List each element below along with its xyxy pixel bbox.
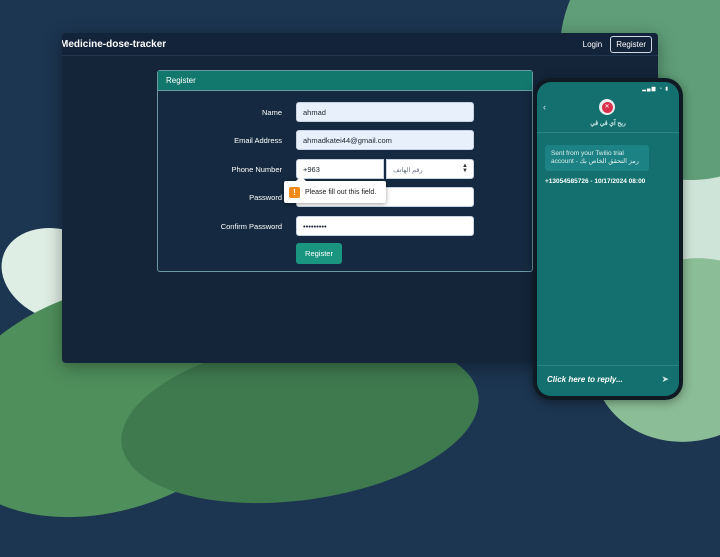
nav-actions: Login Register <box>583 35 652 53</box>
password-label: Password <box>249 193 282 202</box>
confirm-password-row: Confirm Password ••••••••• <box>158 216 532 236</box>
contact-name: ربح آي ڤي ڤي <box>590 121 626 127</box>
email-label: Email Address <box>234 136 282 145</box>
contact-logo-icon: ✕ <box>601 101 613 113</box>
phone-code-input[interactable]: +963 <box>296 159 384 179</box>
brand-title[interactable]: Medicine-dose-tracker <box>62 39 166 50</box>
login-link[interactable]: Login <box>583 40 603 49</box>
divider <box>537 132 679 133</box>
chat-header: ‹ ✕ ربح آي ڤي ڤي <box>537 92 679 132</box>
back-arrow-icon[interactable]: ‹ <box>543 102 546 112</box>
phone-number-input[interactable]: رقم الهاتف ▲ ▼ <box>386 159 474 179</box>
phone-mockup: ▂▄▆ ◔ ▮ ‹ ✕ ربح آي ڤي ڤي Sent from your … <box>533 78 683 400</box>
validation-message: Please fill out this field. <box>305 188 377 196</box>
name-label: Name <box>261 108 282 117</box>
send-icon[interactable]: ➤ <box>661 374 669 385</box>
email-input[interactable]: ahmadkatei44@gmail.com <box>296 130 474 150</box>
email-row: Email Address ahmadkatei44@gmail.com <box>158 130 532 150</box>
card-header: Register <box>158 71 532 91</box>
name-row: Name ahmad <box>158 102 532 122</box>
reply-input[interactable]: Click here to reply... <box>547 375 623 384</box>
message-bubble: Sent from your Twilio trial account - رم… <box>545 145 649 171</box>
register-card: Register Name ahmad Email Address ahmadk… <box>157 70 533 272</box>
avatar: ✕ <box>599 99 615 115</box>
reply-bar: Click here to reply... ➤ <box>537 365 679 396</box>
phone-placeholder: رقم الهاتف <box>393 167 423 174</box>
register-submit-button[interactable]: Register <box>296 243 342 264</box>
navbar: Medicine-dose-tracker Login Register <box>62 33 658 56</box>
register-nav-button[interactable]: Register <box>610 35 652 53</box>
phone-label: Phone Number <box>231 165 282 174</box>
phone-row: Phone Number +963 رقم الهاتف ▲ ▼ <box>158 159 532 179</box>
message-meta: +13054585726 - 10/17/2024 08:00 <box>545 178 646 185</box>
spinner-icon[interactable]: ▲ ▼ <box>462 163 468 174</box>
warning-icon: ! <box>289 186 300 198</box>
confirm-password-label: Confirm Password <box>220 222 282 231</box>
validation-tooltip: ! Please fill out this field. <box>284 176 386 203</box>
name-input[interactable]: ahmad <box>296 102 474 122</box>
status-bar: ▂▄▆ ◔ ▮ <box>537 82 679 92</box>
confirm-password-input[interactable]: ••••••••• <box>296 216 474 236</box>
phone-screen: ▂▄▆ ◔ ▮ ‹ ✕ ربح آي ڤي ڤي Sent from your … <box>537 82 679 396</box>
